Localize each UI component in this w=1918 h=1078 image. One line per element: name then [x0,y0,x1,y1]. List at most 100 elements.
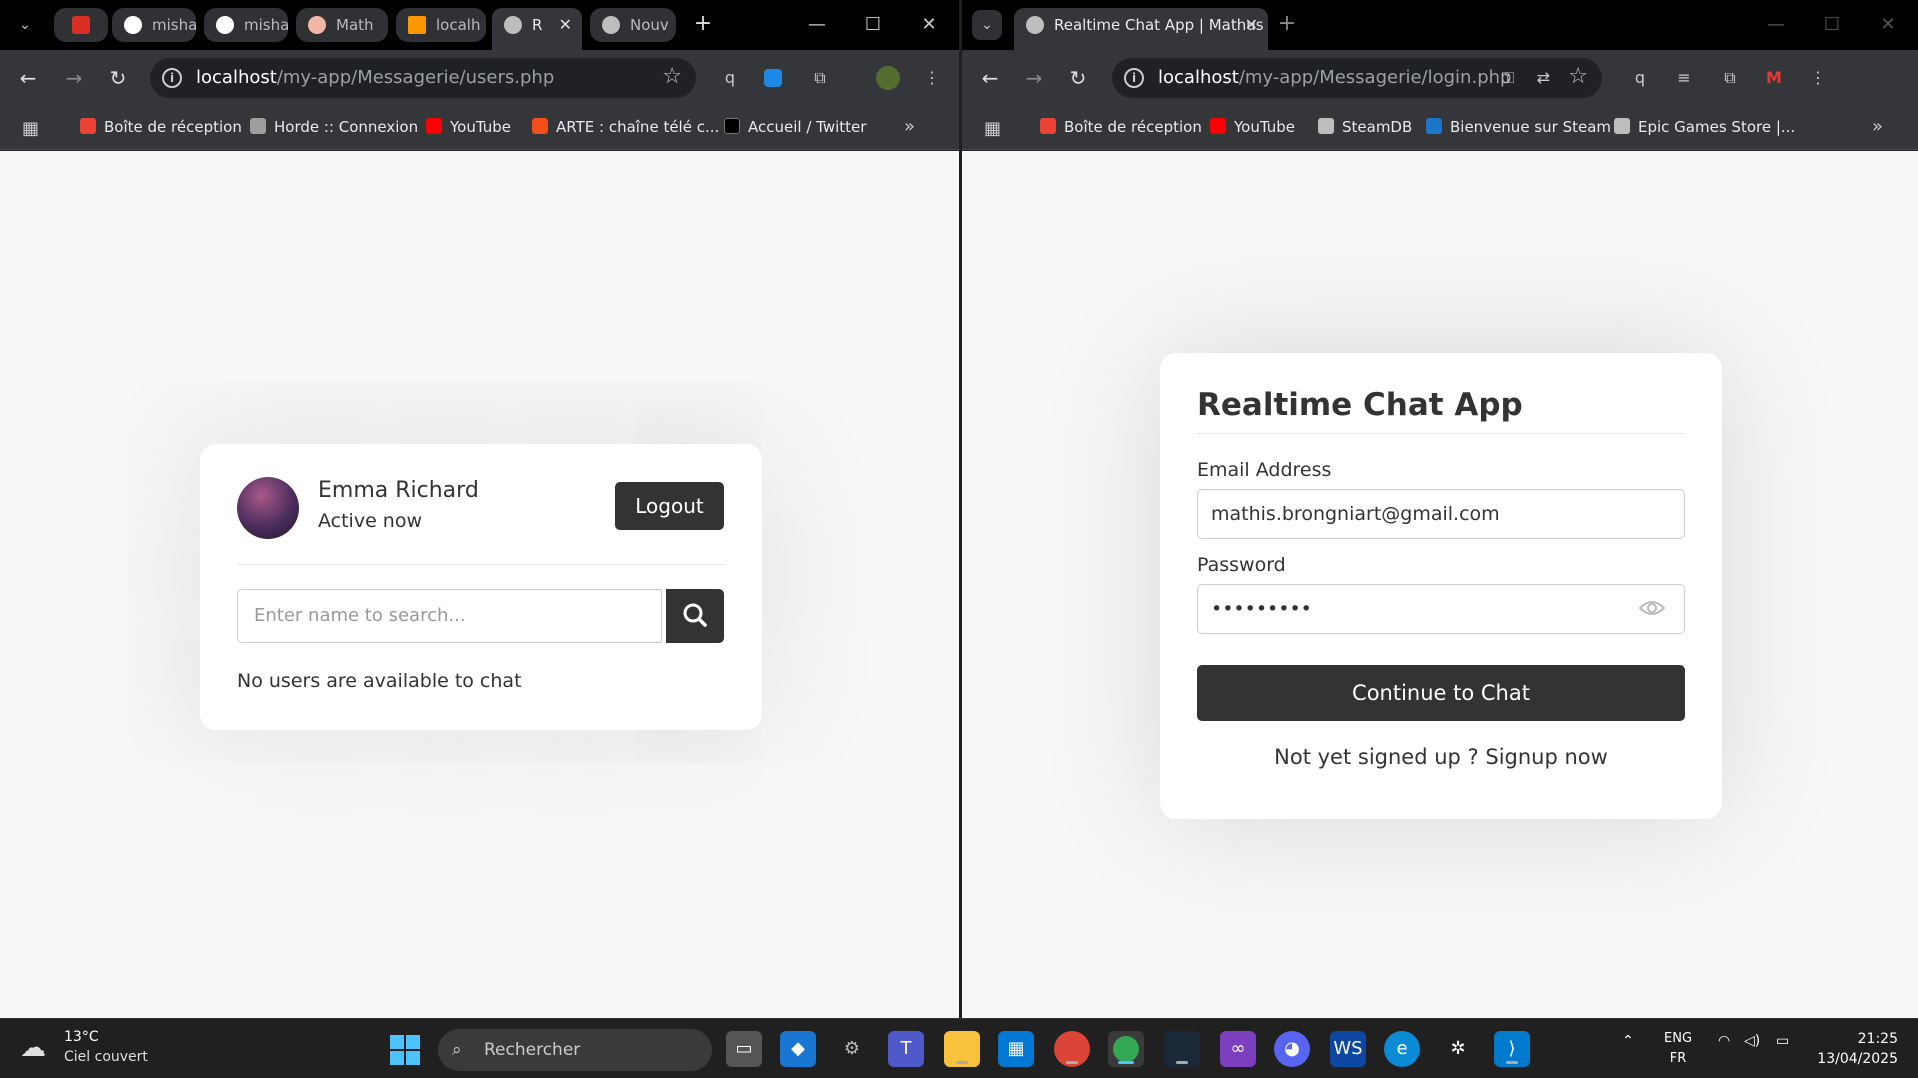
eye-icon[interactable] [1638,599,1666,617]
wifi-icon[interactable]: ◠ [1718,1033,1730,1049]
bookmark-twitter[interactable]: Accueil / Twitter [724,118,866,136]
key-icon[interactable]: ⚿ [1502,68,1514,88]
site-info-icon[interactable]: i [162,68,182,88]
task-view-icon[interactable]: ▭ [726,1031,762,1067]
search-button[interactable] [666,589,724,643]
tab-list-button[interactable]: ⌄ [972,10,1002,40]
profile-avatar[interactable]: M [1762,66,1786,90]
search-input[interactable]: Enter name to search... [237,589,662,643]
apps-grid-icon[interactable]: ▦ [22,118,39,139]
bookmark-gmail[interactable]: Boîte de réception [80,118,242,136]
tab-active-login[interactable]: Realtime Chat App | Mathus ✕ [1014,8,1268,50]
signup-prompt: Not yet signed up ? [1274,745,1479,769]
tray-overflow-icon[interactable]: ⌃ [1622,1033,1634,1049]
file-explorer-icon[interactable] [944,1031,980,1067]
back-icon[interactable]: ← [14,64,42,92]
password-field[interactable]: ••••••••• [1197,584,1685,634]
bookmark-star-icon[interactable]: ☆ [1568,64,1588,89]
settings-gear-icon[interactable]: ⚙ [834,1031,870,1067]
menu-icon[interactable]: ⋮ [1806,66,1830,90]
windows-start-icon[interactable] [390,1035,420,1065]
extension-icon[interactable]: q [1628,66,1652,90]
tab-localhost[interactable]: localh [396,8,486,42]
database-icon[interactable]: ≡ [1672,66,1696,90]
new-tab-button[interactable]: + [688,10,718,40]
tab-active-chat[interactable]: R ✕ [492,8,582,50]
steam-icon[interactable] [1164,1031,1200,1067]
webstorm-icon[interactable]: WS [1330,1031,1366,1067]
forward-icon[interactable]: → [1020,64,1048,92]
address-bar[interactable]: i localhost/my-app/Messagerie/users.php … [150,58,696,98]
vscode-icon[interactable]: ⟩ [1494,1031,1530,1067]
bookmark-gmail[interactable]: Boîte de réception [1040,118,1202,136]
bookmark-horde[interactable]: Horde :: Connexion [250,118,418,136]
bookmark-youtube[interactable]: YouTube [426,118,511,136]
tab-gmail[interactable] [54,8,108,42]
bookmark-steam[interactable]: Bienvenue sur Steam [1426,118,1611,136]
edge-icon[interactable]: e [1384,1031,1420,1067]
tab-math[interactable]: Math [296,8,388,42]
minimize-icon[interactable]: — [789,0,845,50]
forward-icon[interactable]: → [60,64,88,92]
maximize-icon[interactable]: ☐ [1804,0,1860,50]
puzzle-icon[interactable]: ⧉ [808,66,832,90]
puzzle-icon[interactable]: ⧉ [1718,66,1742,90]
reload-icon[interactable]: ↻ [1064,64,1092,92]
volume-icon[interactable]: ◁) [1744,1033,1760,1049]
teams-icon[interactable]: T [888,1031,924,1067]
bookmark-youtube[interactable]: YouTube [1210,118,1295,136]
address-bar[interactable]: i localhost/my-app/Messagerie/login.php … [1112,58,1602,98]
visual-studio-icon[interactable]: ∞ [1220,1031,1256,1067]
store-icon[interactable]: ▦ [998,1031,1034,1067]
tab-github-2[interactable]: misha [204,8,288,42]
reload-icon[interactable]: ↻ [104,64,132,92]
close-window-icon[interactable]: ✕ [1860,0,1916,50]
close-icon[interactable]: ✕ [1245,8,1258,42]
close-window-icon[interactable]: ✕ [901,0,957,50]
tab-list-button[interactable]: ⌄ [10,10,40,40]
widgets-icon[interactable]: ◆ [780,1031,816,1067]
translate-icon[interactable]: ⇄ [1537,68,1550,87]
chrome-logo-icon [1113,1036,1139,1062]
bookmark-epic[interactable]: Epic Games Store |... [1614,118,1795,136]
youtube-icon [1210,118,1226,134]
chrome-icon[interactable] [1054,1031,1090,1067]
back-icon[interactable]: ← [976,64,1004,92]
email-field[interactable]: mathis.brongniart@gmail.com [1197,489,1685,539]
menu-icon[interactable]: ⋮ [920,66,944,90]
signup-link[interactable]: Signup now [1485,745,1607,769]
logout-button[interactable]: Logout [615,482,724,530]
site-info-icon[interactable]: i [1124,68,1144,88]
avatar [237,477,299,539]
language-line-1: ENG [1664,1031,1693,1046]
new-tab-button[interactable]: + [1272,10,1302,40]
tab-new[interactable]: Nouv [590,8,676,42]
extension-icon[interactable]: q [718,66,742,90]
minimize-icon[interactable]: — [1748,0,1804,50]
bookmark-star-icon[interactable]: ☆ [662,64,682,89]
page-viewport-login: Realtime Chat App Email Address mathis.b… [962,151,1918,1018]
password-value: ••••••••• [1211,598,1312,620]
openai-icon[interactable]: ✲ [1440,1031,1476,1067]
battery-icon[interactable]: ▭ [1776,1033,1789,1049]
chrome-active-icon[interactable] [1108,1031,1144,1067]
bookmark-steamdb[interactable]: SteamDB [1318,118,1412,136]
maximize-icon[interactable]: ☐ [845,0,901,50]
close-icon[interactable]: ✕ [559,8,572,42]
language-indicator[interactable]: ENG FR [1664,1029,1692,1069]
more-bookmarks-icon[interactable]: » [904,116,915,137]
profile-avatar[interactable] [876,66,900,90]
clock[interactable]: 21:25 13/04/2025 [1817,1029,1898,1069]
continue-button[interactable]: Continue to Chat [1197,665,1685,721]
language-line-2: FR [1669,1051,1687,1066]
extension-blue-icon[interactable] [764,69,782,87]
tab-strip: ⌄ Realtime Chat App | Mathus ✕ + — ☐ ✕ [962,0,1918,50]
more-bookmarks-icon[interactable]: » [1872,116,1883,137]
bookmark-arte[interactable]: ARTE : chaîne télé c... [532,118,719,136]
discord-icon[interactable]: ◕ [1274,1031,1310,1067]
tab-github-1[interactable]: misha [112,8,196,42]
apps-grid-icon[interactable]: ▦ [984,118,1001,139]
taskbar-search[interactable]: ⌕ Rechercher [438,1029,712,1071]
tab-label: misha [244,16,288,34]
browser-window-right: ⌄ Realtime Chat App | Mathus ✕ + — ☐ ✕ ←… [962,0,1918,1018]
